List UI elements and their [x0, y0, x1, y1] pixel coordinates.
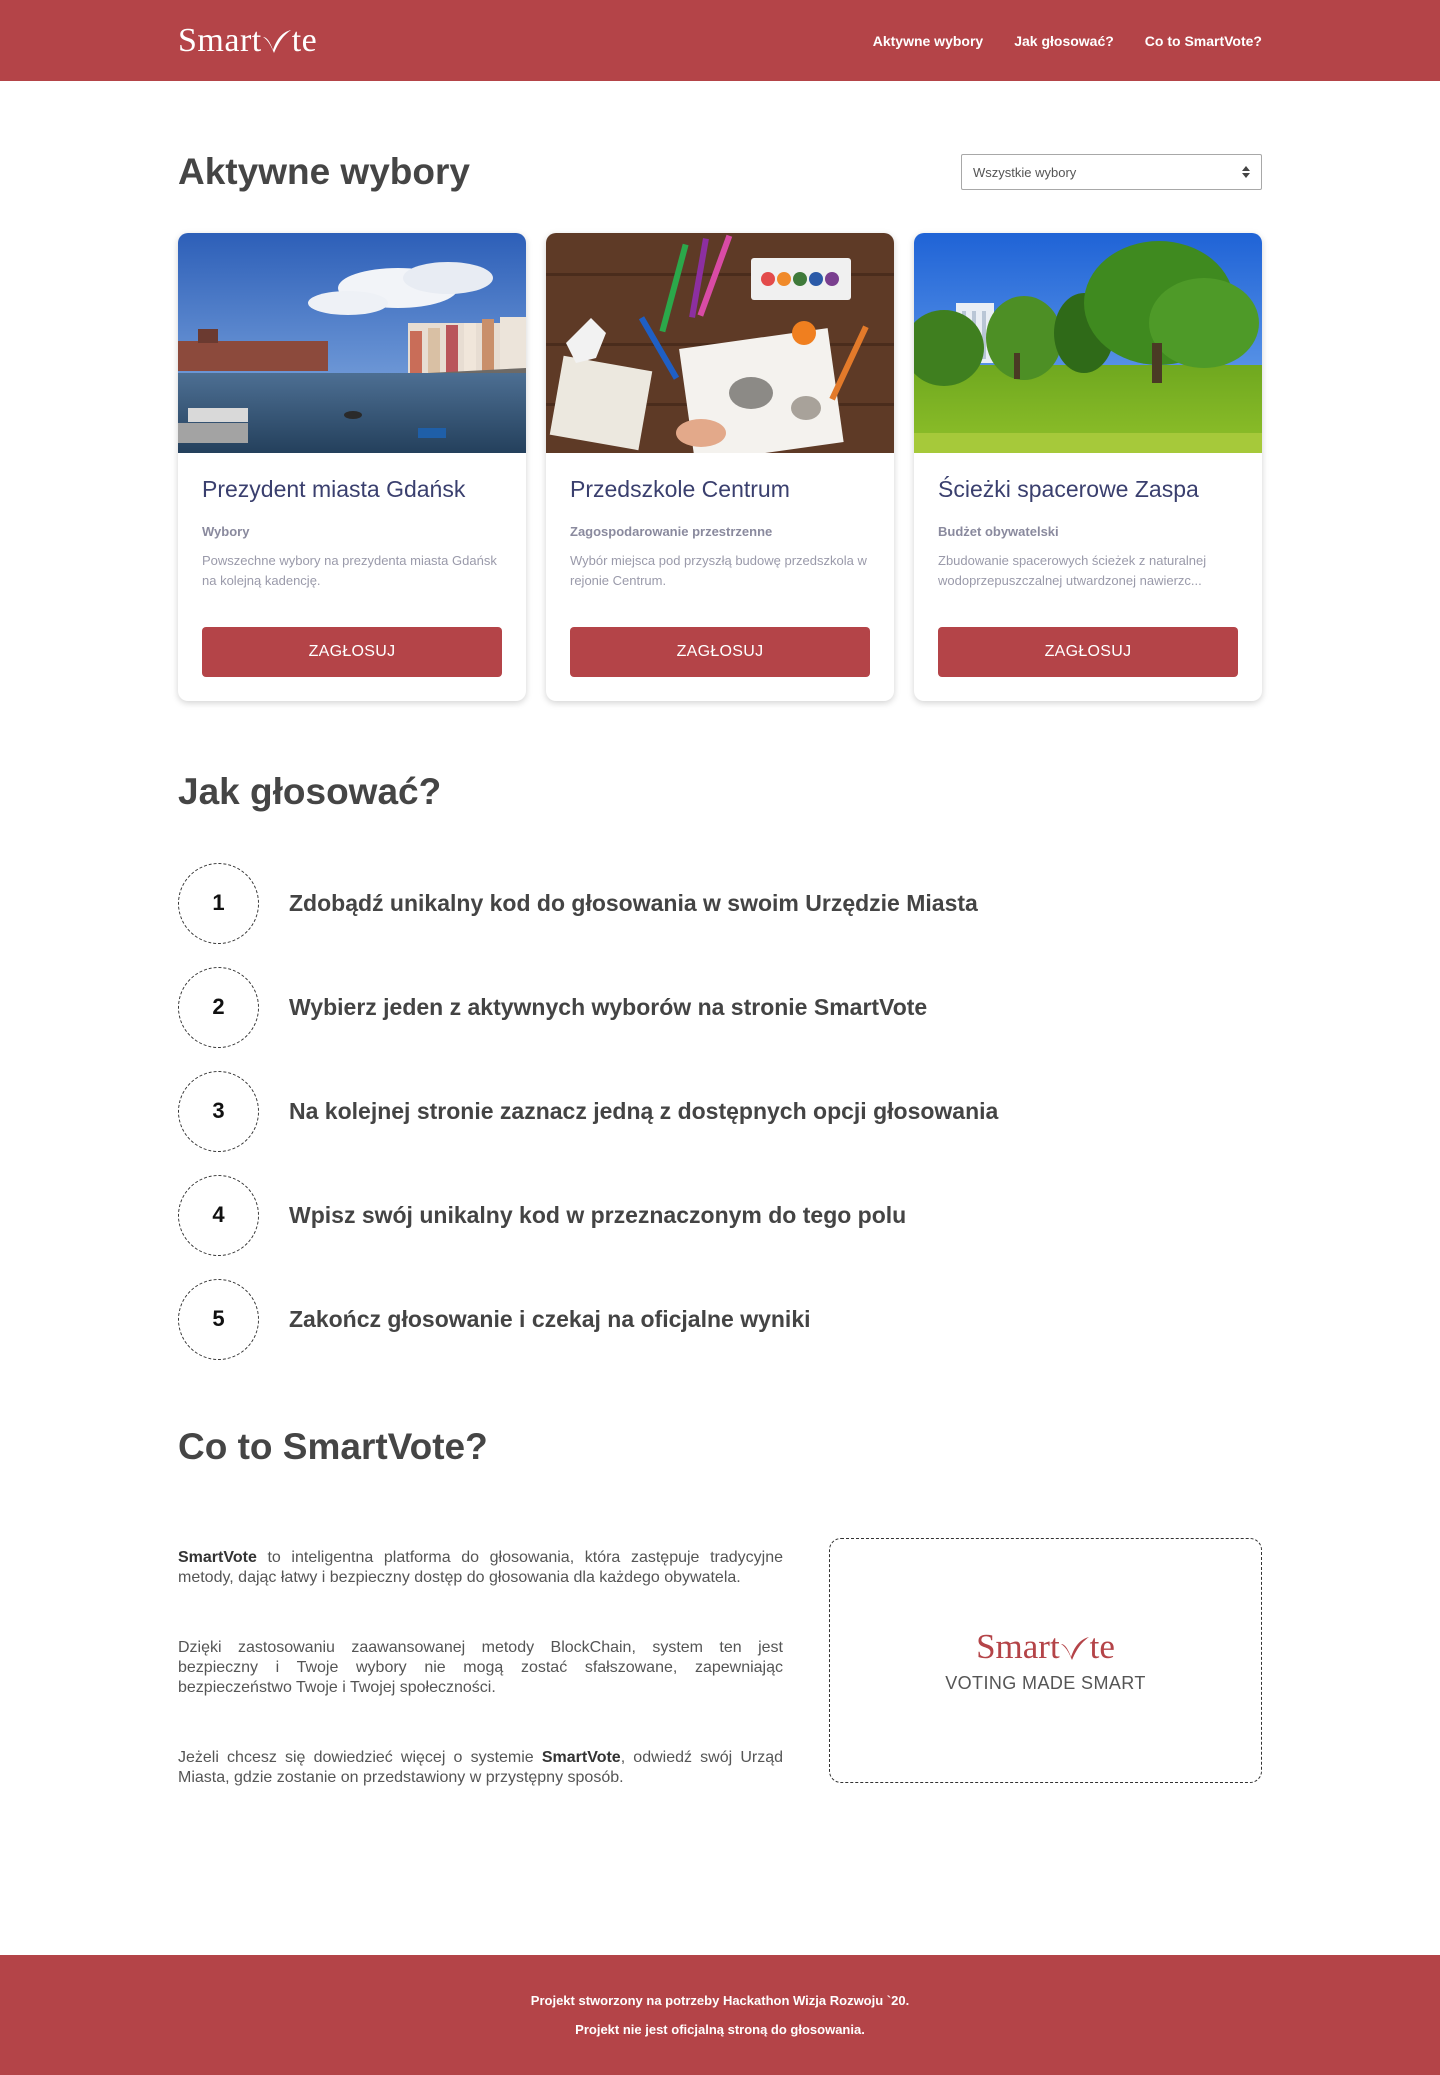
logo-text-start: Smart [178, 21, 262, 59]
how-to-vote-section: Jak głosować? 1 Zdobądź unikalny kod do … [178, 771, 1262, 1360]
checkmark-v-icon [262, 25, 292, 53]
site-footer: Projekt stworzony na potrzeby Hackathon … [0, 1955, 1440, 2075]
card-description: Powszechne wybory na prezydenta miasta G… [202, 553, 497, 588]
site-header: Smart te Aktywne wybory Jak głosować? Co… [0, 0, 1440, 81]
card-description: Zbudowanie spacerowych ścieżek z natural… [938, 553, 1207, 588]
card-category: Budżet obywatelski [938, 524, 1059, 539]
about-p1-rest: to inteligentna platforma do głosowania,… [178, 1549, 783, 1586]
step-text: Zdobądź unikalny kod do głosowania w swo… [289, 889, 978, 916]
step-item: 4 Wpisz swój unikalny kod w przeznaczony… [178, 1174, 1262, 1256]
about-p3-start: Jeżeli chcesz się dowiedzieć więcej o sy… [178, 1749, 542, 1766]
card-image-crayons [546, 233, 894, 463]
about-section: Co to SmartVote? SmartVote to inteligent… [178, 1426, 1262, 1838]
step-text: Wpisz swój unikalny kod w przeznaczonym … [289, 1201, 907, 1228]
about-tagline: VOTING MADE SMART [945, 1673, 1146, 1693]
logo-text-end: te [291, 21, 318, 59]
election-card[interactable]: Prezydent miasta Gdańsk Wybory Powszechn… [178, 233, 526, 701]
card-category: Wybory [202, 524, 250, 539]
main-nav: Aktywne wybory Jak głosować? Co to Smart… [873, 33, 1262, 49]
step-text: Zakończ głosowanie i czekaj na oficjalne… [289, 1305, 811, 1332]
step-text: Wybierz jeden z aktywnych wyborów na str… [289, 993, 928, 1020]
steps-list: 1 Zdobądź unikalny kod do głosowania w s… [178, 862, 1262, 1360]
about-paragraph-1: SmartVote to inteligentna platforma do g… [178, 1548, 783, 1588]
step-item: 2 Wybierz jeden z aktywnych wyborów na s… [178, 966, 1262, 1048]
step-number: 3 [178, 1070, 259, 1152]
about-paragraph-2: Dzięki zastosowaniu zaawansowanej metody… [178, 1639, 783, 1696]
vote-button[interactable]: ZAGŁOSUJ [938, 627, 1238, 677]
about-brand-bold: SmartVote [541, 1749, 621, 1766]
about-title: Co to SmartVote? [178, 1426, 488, 1467]
filter-selected-value: Wszystkie wybory [973, 164, 1077, 180]
card-title: Prezydent miasta Gdańsk [202, 476, 466, 502]
step-number: 4 [178, 1174, 259, 1256]
logo-text-start: Smart [976, 1627, 1060, 1666]
brand-logo[interactable]: Smart te [178, 22, 317, 60]
footer-line-1: Projekt stworzony na potrzeby Hackathon … [530, 1993, 910, 2008]
elections-filter-select[interactable]: Wszystkie wybory [961, 154, 1262, 190]
logo-text-end: te [1089, 1627, 1115, 1666]
step-item: 1 Zdobądź unikalny kod do głosowania w s… [178, 862, 1262, 944]
select-arrows-icon [1242, 166, 1250, 178]
step-text: Na kolejnej stronie zaznacz jedną z dost… [289, 1097, 999, 1124]
checkmark-v-icon [1060, 1630, 1090, 1660]
card-title: Ścieżki spacerowe Zaspa [938, 476, 1199, 502]
about-paragraph-3: Jeżeli chcesz się dowiedzieć więcej o sy… [178, 1748, 783, 1788]
elections-section: Aktywne wybory Wszystkie wybory Prezyden… [178, 151, 1262, 701]
elections-title: Aktywne wybory [178, 151, 470, 192]
card-title: Przedszkole Centrum [570, 476, 790, 502]
nav-link-active-elections[interactable]: Aktywne wybory [873, 33, 983, 49]
card-image-park [914, 233, 1262, 453]
main-content: Aktywne wybory Wszystkie wybory Prezyden… [178, 151, 1262, 1838]
election-card[interactable]: Ścieżki spacerowe Zaspa Budżet obywatels… [914, 233, 1262, 701]
step-number: 1 [178, 862, 259, 944]
nav-link-how-to-vote[interactable]: Jak głosować? [1014, 33, 1114, 49]
card-image-gdansk [178, 233, 526, 453]
how-to-vote-title: Jak głosować? [178, 771, 442, 812]
card-description: Wybór miejsca pod przyszłą budowę przeds… [570, 553, 867, 588]
step-item: 5 Zakończ głosowanie i czekaj na oficjal… [178, 1278, 1262, 1360]
about-logo-box: Smart te VOTING MADE SMART [829, 1538, 1262, 1783]
about-brand-bold: SmartVote [178, 1549, 257, 1566]
about-logo: Smart te [976, 1627, 1115, 1667]
nav-link-about[interactable]: Co to SmartVote? [1145, 33, 1262, 49]
step-number: 2 [178, 966, 259, 1048]
election-card[interactable]: Przedszkole Centrum Zagospodarowanie prz… [546, 233, 894, 701]
card-category: Zagospodarowanie przestrzenne [570, 524, 773, 539]
step-number: 5 [178, 1278, 259, 1360]
election-cards: Prezydent miasta Gdańsk Wybory Powszechn… [178, 233, 1262, 701]
about-text: SmartVote to inteligentna platforma do g… [178, 1548, 783, 1838]
footer-line-2: Projekt nie jest oficjalną stroną do gło… [575, 2022, 865, 2037]
vote-button[interactable]: ZAGŁOSUJ [570, 627, 870, 677]
step-item: 3 Na kolejnej stronie zaznacz jedną z do… [178, 1070, 1262, 1152]
vote-button[interactable]: ZAGŁOSUJ [202, 627, 502, 677]
